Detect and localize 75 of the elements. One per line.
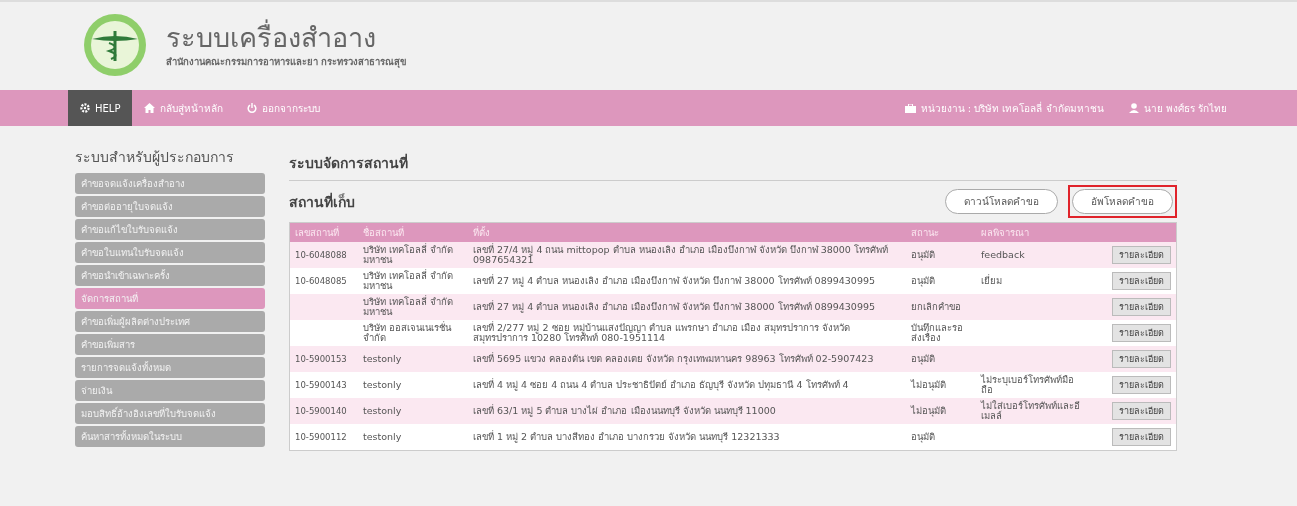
- nav-link[interactable]: HELP: [68, 90, 133, 126]
- sidebar-item[interactable]: คำขอเพิ่มผู้ผลิตต่างประเทศ: [75, 311, 265, 332]
- table-cell: 10-5900153: [295, 353, 347, 364]
- table-cell: เลขที่ 5695 แขวง คลองตัน เขต คลองเตย จังหวัด กรุงเทพมหานคร 98963 โทรศัพท์ 02-5907423: [473, 352, 874, 364]
- table-cell: ยกเลิกคำขอ: [911, 300, 961, 312]
- table-cell: อนุมัติ: [911, 274, 935, 286]
- details-button[interactable]: รายละเอียด: [1112, 298, 1171, 316]
- table-cell: บันทึกและรอส่งเรื่อง: [911, 321, 963, 343]
- table-cell: 10-6048085: [295, 275, 347, 286]
- column-header: ที่ตั้ง: [468, 222, 906, 242]
- table-cell: 10-5900143: [295, 379, 347, 390]
- table-cell: อนุมัติ: [911, 352, 935, 364]
- table-cell: เลขที่ 2/277 หมู่ 2 ซอย หมู่บ้านแสงปัญญา ตำบล แพรกษา อำเภอ เมือง สมุทรปราการ จังหวัด สมุทรปราการ 10280 โทรศัพท์ 080-1951114: [473, 321, 850, 343]
- sidebar-item[interactable]: จัดการสถานที่: [75, 288, 265, 309]
- sidebar-item[interactable]: จ่ายเงิน: [75, 380, 265, 401]
- column-header: ผลพิจารณา: [976, 222, 1086, 242]
- sidebar-item[interactable]: คำขอต่ออายุใบจดแจ้ง: [75, 196, 265, 217]
- sidebar-item[interactable]: คำขอแก้ไขใบรับจดแจ้ง: [75, 219, 265, 240]
- sidebar-item[interactable]: คำขอเพิ่มสาร: [75, 334, 265, 355]
- table-cell: ไม่ระบุเบอร์โทรศัพท์มือถือ: [981, 373, 1074, 395]
- table-cell: feedback: [981, 248, 1025, 260]
- table-cell: บริษัท เทคโอลลี่ จำกัดมหาชน: [363, 243, 454, 265]
- table-cell: 10-6048088: [295, 249, 347, 260]
- table-cell: testonly: [363, 430, 402, 442]
- pill-button[interactable]: อัพโหลดคำขอ: [1068, 185, 1177, 218]
- table-cell: เลขที่ 63/1 หมู่ 5 ตำบล บางไผ่ อำเภอ เมืองนนทบุรี จังหวัด นนทบุรี 11000: [473, 404, 776, 416]
- table-cell: อนุมัติ: [911, 248, 935, 260]
- sidebar-item[interactable]: มอบสิทธิ์อ้างอิงเลขที่ใบรับจดแจ้ง: [75, 403, 265, 424]
- table-cell: เลขที่ 4 หมู่ 4 ซอย 4 ถนน 4 ตำบล ประชาธิปัตย์ อำเภอ ธัญบุรี จังหวัด ปทุมธานี 4 โทรศัพท์ 4: [473, 378, 849, 390]
- table-cell: ไม่อนุมัติ: [911, 404, 946, 416]
- details-button[interactable]: รายละเอียด: [1112, 246, 1171, 264]
- details-button[interactable]: รายละเอียด: [1112, 428, 1171, 446]
- column-header: เลขสถานที่: [289, 222, 358, 242]
- agency-label: หน่วยงาน : บริษัท เทคโอลลี่ จำกัดมหาชน: [920, 100, 1104, 116]
- details-button[interactable]: รายละเอียด: [1112, 324, 1171, 342]
- column-header: สถานะ: [906, 222, 976, 242]
- details-button[interactable]: รายละเอียด: [1112, 350, 1171, 368]
- section-title: สถานที่เก็บ: [289, 191, 355, 212]
- briefcase-icon: [904, 103, 916, 113]
- details-button[interactable]: รายละเอียด: [1112, 376, 1171, 394]
- table-cell: เยี่ยม: [981, 274, 1002, 286]
- nav-link[interactable]: ออกจากระบบ: [235, 90, 333, 126]
- table-cell: บริษัท เทคโอลลี่ จำกัดมหาชน: [363, 269, 454, 291]
- nav-link[interactable]: กลับสู่หน้าหลัก: [132, 90, 236, 126]
- home-icon: [144, 103, 156, 113]
- table-cell: เลขที่ 1 หมู่ 2 ตำบล บางสีทอง อำเภอ บางกรวย จังหวัด นนทบุรี 12321333: [473, 430, 780, 442]
- sidebar-item[interactable]: คำขอจดแจ้งเครื่องสำอาง: [75, 173, 265, 194]
- sidebar-item[interactable]: คำขอใบแทนใบรับจดแจ้ง: [75, 242, 265, 263]
- sidebar-title: ระบบสำหรับผู้ประกอบการ: [75, 148, 235, 168]
- table-cell: เลขที่ 27 หมู่ 4 ตำบล หนองเลิง อำเภอ เมืองบึงกาฬ จังหวัด บึงกาฬ 38000 โทรศัพท์ 0899430995: [473, 274, 876, 286]
- power-icon: [247, 103, 258, 113]
- settings-icon: [80, 103, 90, 113]
- table-cell: testonly: [363, 352, 402, 364]
- table-cell: 10-5900112: [295, 431, 347, 442]
- table-cell: testonly: [363, 404, 402, 416]
- site-title: ระบบเครื่องสำอาง: [166, 21, 377, 54]
- table-cell: บริษัท ออสเจนเนเรชั่น จำกัด: [363, 321, 452, 343]
- user-name: นาย พงศ์ธร รักไทย: [1143, 101, 1227, 116]
- page-title: ระบบจัดการสถานที่: [289, 146, 1177, 181]
- table-cell: ไม่อนุมัติ: [911, 378, 946, 390]
- sidebar-item[interactable]: ค้นหาสารทั้งหมดในระบบ: [75, 426, 265, 447]
- sidebar-item[interactable]: รายการจดแจ้งทั้งหมด: [75, 357, 265, 378]
- table-cell: อนุมัติ: [911, 430, 935, 442]
- table-cell: 10-5900140: [295, 405, 347, 416]
- site-subtitle: สำนักงานคณะกรรมการอาหารและยา กระทรวงสาธารณสุข: [166, 54, 407, 69]
- table-cell: บริษัท เทคโอลลี่ จำกัดมหาชน: [363, 295, 454, 317]
- sidebar-item[interactable]: คำขอนำเข้าเฉพาะครั้ง: [75, 265, 265, 286]
- table-cell: เลขที่ 27/4 หมู่ 4 ถนน mittopop ตำบล หนองเลิง อำเภอ เมืองบึงกาฬ จังหวัด บึงกาฬ 38000 โทรศัพท์ 0987654321: [473, 243, 888, 265]
- table-cell: testonly: [363, 378, 402, 390]
- details-button[interactable]: รายละเอียด: [1112, 272, 1171, 290]
- table-cell: ไม่ใส่เบอร์โทรศัพท์และอีเมลล์: [981, 399, 1080, 421]
- details-button[interactable]: รายละเอียด: [1112, 402, 1171, 420]
- table-cell: เลขที่ 27 หมู่ 4 ตำบล หนองเลิง อำเภอ เมืองบึงกาฬ จังหวัด บึงกาฬ 38000 โทรศัพท์ 0899430995: [473, 300, 876, 312]
- column-header: ชื่อสถานที่: [358, 222, 468, 242]
- user-icon: [1128, 103, 1139, 113]
